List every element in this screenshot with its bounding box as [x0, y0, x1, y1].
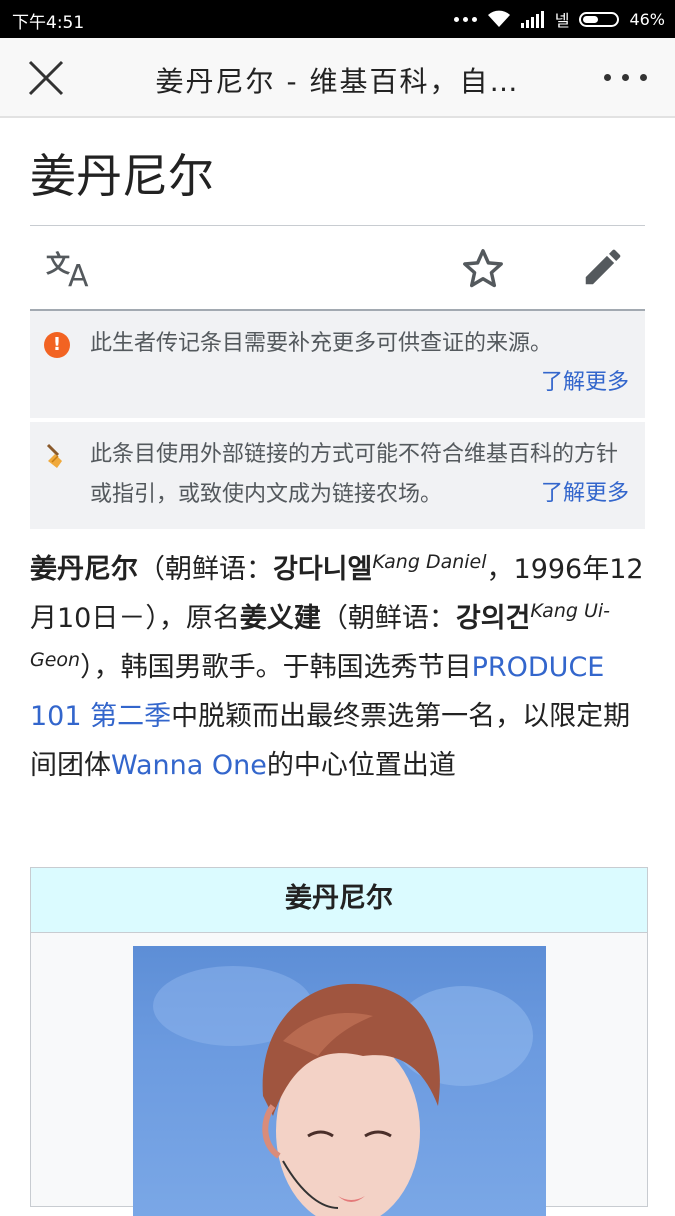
close-icon[interactable] — [26, 58, 66, 98]
carrier-label: 넬 — [554, 11, 570, 30]
page-title: 姜丹尼尔 — [30, 149, 214, 203]
status-icons: 넬 46% — [453, 6, 665, 32]
toolbar-title: 姜丹尼尔 - 维基百科，自… — [155, 65, 520, 98]
notice-text: 此生者传记条目需要补充更多可供查证的来源。 — [90, 331, 553, 356]
more-options-icon[interactable] — [604, 74, 647, 81]
broom-icon — [46, 443, 62, 468]
article-lead-paragraph: 姜丹尼尔（朝鲜语：강다니엘Kang Daniel，1996年12月10日－），原… — [30, 545, 645, 790]
romanization: Kang Daniel — [372, 551, 487, 573]
status-bar: 下午4:51 넬 46% — [0, 0, 675, 38]
notice-external-links: 此条目使用外部链接的方式可能不符合维基百科的方针或指引，或致使内文成为链接农场。… — [30, 422, 645, 529]
signal-icon — [520, 11, 544, 28]
portrait-image[interactable] — [133, 946, 546, 1216]
wifi-icon — [487, 10, 510, 27]
star-icon[interactable] — [460, 246, 506, 292]
text-run: （朝鲜语： — [138, 554, 273, 585]
status-time: 下午4:51 — [12, 13, 85, 33]
infobox: 姜丹尼尔 — [30, 867, 648, 1216]
svg-text:A: A — [68, 259, 89, 290]
subject-name: 姜丹尼尔 — [30, 554, 138, 585]
battery-percent: 46% — [629, 9, 665, 29]
alert-icon: ! — [44, 332, 70, 358]
korean-original-name: 강의건 — [455, 603, 531, 634]
notice-more-sources: ! 此生者传记条目需要补充更多可供查证的来源。 了解更多 — [30, 311, 645, 418]
wanna-one-link[interactable]: Wanna One — [111, 750, 267, 781]
language-icon[interactable]: 文 A — [44, 246, 96, 290]
infobox-title: 姜丹尼尔 — [31, 868, 647, 933]
learn-more-link[interactable]: 了解更多 — [532, 474, 629, 514]
portrait-illustration — [153, 966, 533, 1216]
battery-icon — [579, 11, 620, 27]
korean-name: 강다니엘 — [273, 554, 373, 585]
learn-more-link[interactable]: 了解更多 — [532, 363, 629, 403]
browser-toolbar: 姜丹尼尔 - 维基百科，自… — [0, 38, 675, 118]
text-run: ），韩国男歌手。于韩国选秀节目 — [80, 652, 472, 683]
original-name: 姜义建 — [239, 603, 321, 634]
text-run: （朝鲜语： — [320, 603, 456, 634]
page-actions: 文 A — [30, 226, 645, 310]
pencil-edit-icon[interactable] — [580, 244, 626, 290]
text-run: 的中心位置出道 — [266, 750, 456, 781]
notification-dots-icon — [453, 16, 477, 22]
